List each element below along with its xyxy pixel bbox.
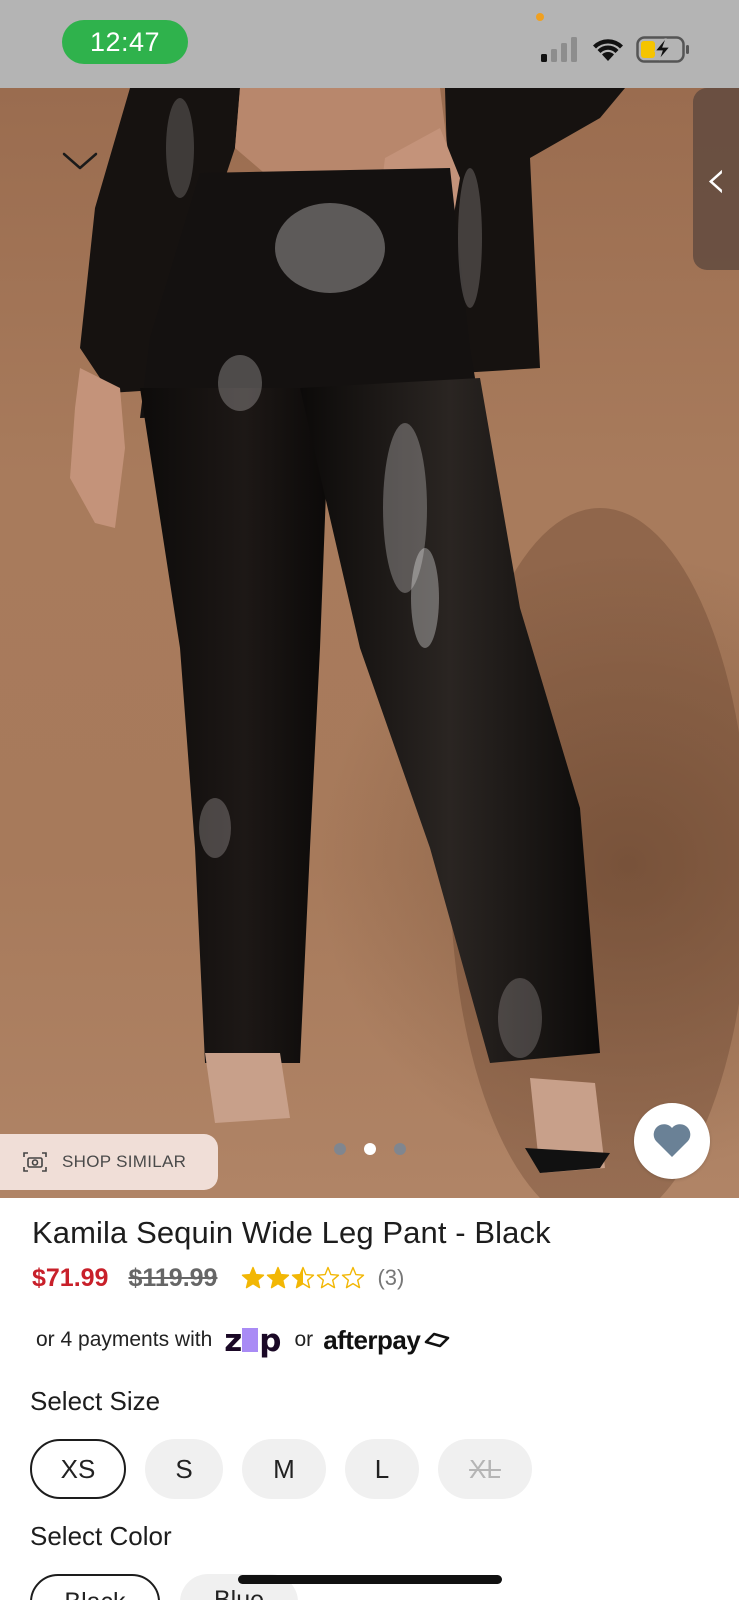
chevron-left-icon: ‹ <box>704 146 728 212</box>
size-option-l[interactable]: L <box>345 1439 419 1499</box>
product-title: Kamila Sequin Wide Leg Pant - Black <box>32 1215 551 1250</box>
wifi-icon <box>593 39 623 61</box>
heart-icon <box>653 1124 691 1157</box>
original-price: $119.99 <box>128 1263 218 1292</box>
star-icon <box>267 1266 290 1289</box>
side-drawer-tab[interactable]: ‹ <box>693 88 739 270</box>
pagination-dot[interactable] <box>334 1143 346 1155</box>
payments-or: or <box>294 1328 314 1351</box>
star-rating[interactable] <box>241 1266 365 1290</box>
cellular-signal-icon <box>541 36 579 62</box>
price-row: $71.99 $119.99 (3) <box>32 1262 404 1294</box>
size-option-xl[interactable]: XL <box>438 1439 532 1499</box>
afterpay-logo[interactable]: afterpay <box>323 1325 452 1356</box>
color-option-black[interactable]: Black <box>30 1574 160 1600</box>
star-icon <box>292 1266 315 1289</box>
afterpay-label: afterpay <box>323 1324 421 1355</box>
select-color-label: Select Color <box>30 1521 172 1551</box>
gallery-pagination <box>334 1143 406 1155</box>
size-option-s[interactable]: S <box>145 1439 223 1499</box>
star-icon <box>242 1266 265 1289</box>
shop-similar-label: SHOP SIMILAR <box>62 1152 187 1171</box>
size-option-xs[interactable]: XS <box>30 1439 126 1499</box>
star-icon <box>342 1266 365 1289</box>
zip-logo[interactable]: zp <box>224 1321 281 1359</box>
privacy-indicator <box>536 13 544 21</box>
afterpay-arrows-icon <box>425 1332 450 1348</box>
size-options: XS S M L XL <box>30 1439 532 1499</box>
installment-payments: or 4 payments with zp or afterpay <box>36 1320 452 1360</box>
select-size-label: Select Size <box>30 1386 161 1416</box>
size-option-m[interactable]: M <box>242 1439 326 1499</box>
battery-charging-icon <box>636 36 689 63</box>
chevron-down-icon[interactable] <box>58 144 102 180</box>
pagination-dot[interactable] <box>394 1143 406 1155</box>
shop-similar-button[interactable]: SHOP SIMILAR <box>0 1134 218 1190</box>
payments-prefix: or 4 payments with <box>36 1328 213 1351</box>
favorite-button[interactable] <box>634 1103 710 1179</box>
pagination-dot-active[interactable] <box>364 1143 376 1155</box>
star-icon <box>317 1266 340 1289</box>
camera-scan-icon <box>23 1152 47 1172</box>
product-image-gallery[interactable]: ‹ SHOP SIMILAR <box>0 88 739 1198</box>
review-count[interactable]: (3) <box>377 1265 404 1291</box>
status-time: 12:47 <box>62 20 188 64</box>
sale-price: $71.99 <box>32 1263 109 1292</box>
home-indicator[interactable] <box>238 1575 502 1584</box>
product-photo <box>70 88 739 1198</box>
status-bar: 12:47 <box>0 0 739 88</box>
